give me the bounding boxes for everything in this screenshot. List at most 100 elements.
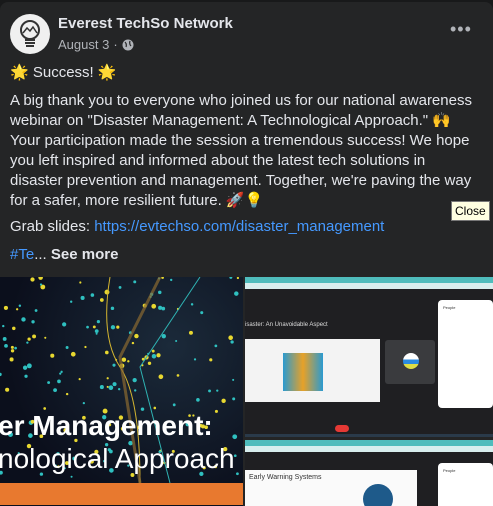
body-line: you left inspired and informed about the… [10,152,426,169]
body-line: Your participation made the session a tr… [10,132,470,149]
decorative-dot [21,317,26,322]
cover-orange-bar [0,483,243,505]
decorative-dot [12,326,16,331]
webinar-cover-image[interactable]: er Management: nological Approach [0,277,243,506]
decorative-dot [131,341,135,345]
decorative-dot [232,397,236,401]
decorative-dot [229,277,233,279]
decorative-dot [15,308,19,311]
decorative-dot [70,475,73,478]
decorative-dot [175,339,178,343]
decorative-dot [161,277,164,279]
cover-title-line2: nological Approach [0,443,235,474]
decorative-dot [134,333,139,339]
decorative-dot [214,344,218,348]
decorative-dot [230,340,234,344]
decorative-dot [0,372,2,377]
decorative-dot [60,370,63,373]
post-card: Everest TechSo Network August 3 · ••• 🌟 … [0,2,493,506]
browser-urlbar [245,283,493,289]
decorative-dot [26,341,29,344]
decorative-dot [151,303,157,309]
decorative-dot [221,398,226,404]
decorative-dot [65,346,69,350]
decorative-dot [99,385,104,390]
decorative-dot [134,389,137,392]
decorative-dot [39,283,43,286]
slide-title: isaster: An Unavoidable Aspect [245,322,328,328]
decorative-dot [112,363,116,367]
decorative-dot [151,354,157,359]
decorative-dot [2,337,7,341]
body-line: for a safer, more resilient future. 🚀💡 [10,192,264,209]
decorative-dot [193,358,197,361]
author-name[interactable]: Everest TechSo Network [58,15,233,32]
decorative-dot [112,382,117,387]
more-options-button[interactable]: ••• [450,20,472,38]
decorative-dot [59,372,62,375]
meeting-screenshot-2[interactable]: Early Warning Systems People [245,440,493,506]
decorative-dot [82,401,85,405]
decorative-dot [22,365,28,370]
post-date[interactable]: August 3 [58,37,109,52]
decorative-dot [14,346,17,350]
decorative-dot [106,385,109,388]
participant-tile [385,340,435,384]
decorative-dot [47,381,51,385]
post-body: A big thank you to everyone who joined u… [10,91,488,211]
decorative-dot [50,353,55,358]
decorative-dot [31,320,35,324]
see-more-line: #Te... See more [10,245,488,265]
decorative-dot [158,290,162,295]
decorative-dot [2,324,5,328]
decorative-dot [208,389,211,393]
decorative-dot [5,387,10,392]
decorative-dot [92,325,96,329]
decorative-dot [104,350,109,355]
slide-content: isaster: An Unavoidable Aspect [245,322,380,402]
decorative-dot [70,300,73,303]
decorative-dot [10,345,14,349]
decorative-dot [26,363,32,369]
decorative-dot [38,277,43,280]
decorative-dot [209,358,213,362]
post-meta: August 3 · [58,37,134,52]
hashtag-link[interactable]: #Te [10,246,34,263]
decorative-dot [156,353,161,358]
decorative-dot [24,374,28,378]
decorative-dot [84,345,87,349]
decorative-dot [158,374,164,380]
decorative-dot [132,377,137,383]
decorative-dot [10,349,15,353]
slides-link[interactable]: https://evtechso.com/disaster_management [94,218,384,235]
ellipsis-icon: ••• [450,19,472,39]
people-panel: People [438,463,493,506]
decorative-dot [94,329,99,334]
decorative-dot [104,289,110,295]
decorative-dot [153,406,157,410]
decorative-dot [80,295,85,300]
decorative-dot [86,325,89,329]
decorative-dot [57,379,61,384]
slides-label: Grab slides: [10,218,95,235]
meeting-screenshot-1[interactable]: isaster: An Unavoidable Aspect People [245,277,493,437]
browser-urlbar [245,446,493,452]
decorative-dot [106,377,109,380]
globe-icon [122,39,134,50]
decorative-dot [117,387,121,391]
decorative-dot [79,281,82,284]
decorative-dot [116,325,120,329]
body-line: webinar on "Disaster Management: A Techn… [10,112,451,129]
decorative-dot [30,277,35,282]
body-line: disaster prevention and management. Toge… [10,172,472,189]
decorative-dot [121,357,127,362]
decorative-dot [108,385,114,391]
lightbulb-logo-icon [20,20,40,47]
page-avatar[interactable] [10,14,50,54]
decorative-dot [110,306,115,311]
people-panel-title: People [443,305,456,310]
decorative-dot [78,377,81,381]
close-tooltip: Close [451,201,490,221]
see-more-button[interactable]: See more [51,246,119,263]
decorative-dot [236,277,240,280]
